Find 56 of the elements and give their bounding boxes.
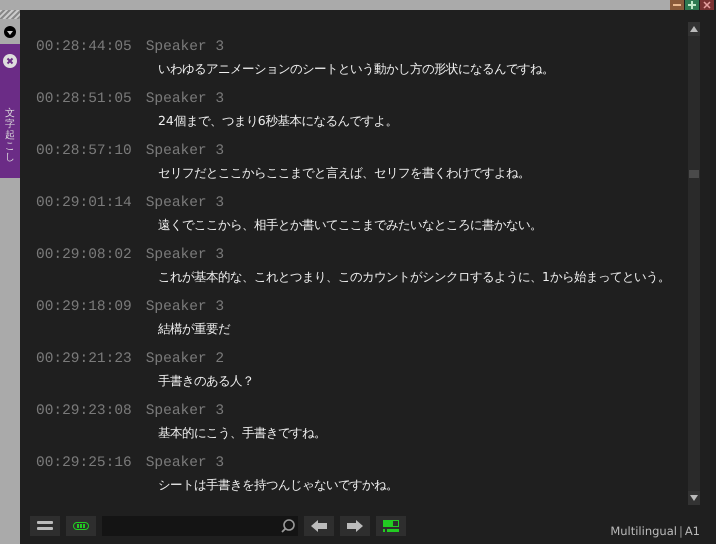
timecode: 00:28:44:05 [36,38,132,56]
transcript-text: 遠くでここから、相手とか書いてここまでみたいなところに書かない。 [158,216,543,234]
speaker-label: Speaker 3 [146,298,224,316]
speaker-label: Speaker 3 [146,454,224,472]
search-field[interactable] [102,516,298,536]
grip-handle[interactable] [0,10,20,19]
maximize-button[interactable] [685,0,699,10]
scroll-thumb[interactable] [689,170,699,178]
timecode: 00:29:18:09 [36,298,132,316]
scroll-down-icon[interactable] [688,491,700,505]
speaker-label: Speaker 3 [146,194,224,212]
arrow-right-icon [347,520,363,532]
transcript-text: 基本的にこう、手書きですね。 [158,424,327,442]
timecode: 00:29:08:02 [36,246,132,264]
timecode: 00:29:01:14 [36,194,132,212]
timecode: 00:28:51:05 [36,90,132,108]
speaker-label: Speaker 3 [146,402,224,420]
separator: | [678,524,683,538]
minimize-icon [673,1,681,9]
timecode: 00:29:23:08 [36,402,132,420]
speaker-label: Speaker 3 [146,90,224,108]
close-button[interactable] [700,0,714,10]
speaker-label: Speaker 2 [146,350,224,368]
transcript-text: シートは手書きを持つんじゃないですかね。 [158,476,399,494]
track-label: A1 [684,524,700,538]
transcript-text: これが基本的な、これとつまり、このカウントがシンクロするように、1から始まってという。 [158,268,671,286]
menu-button[interactable] [30,516,60,536]
scrollbar[interactable] [688,22,700,505]
transcript-text: 結構が重要だ [158,320,232,338]
dropdown-icon[interactable] [4,26,16,38]
transcript-text: いわゆるアニメーションのシートという動かし方の形状になるんですね。 [158,60,555,78]
forward-button[interactable] [340,516,370,536]
timecode: 00:28:57:10 [36,142,132,160]
speaker-label: Speaker 3 [146,142,224,160]
timecode: 00:29:25:16 [36,454,132,472]
side-tab[interactable]: 文字起こし [0,44,20,178]
timecode: 00:29:21:23 [36,350,132,368]
speaker-label: Speaker 3 [146,38,224,56]
transcript-text: セリフだとここからここまでと言えば、セリフを書くわけですよね。 [158,164,531,182]
minimize-button[interactable] [670,0,684,10]
plus-icon [688,1,696,9]
layout-button[interactable] [376,516,406,536]
search-icon[interactable] [281,519,295,533]
language-label: Multilingual [610,524,677,538]
back-button[interactable] [304,516,334,536]
link-button[interactable] [66,516,96,536]
arrow-left-icon [311,520,327,532]
transcript-text: 手書きのある人？ [158,372,255,390]
close-icon[interactable] [3,54,17,68]
layout-icon [383,520,399,532]
scroll-up-icon[interactable] [688,22,700,36]
transcript-text: 24個まで、つまり6秒基本になるんですよ。 [158,112,399,130]
menu-icon [37,521,53,531]
speaker-label: Speaker 3 [146,246,224,264]
side-tab-label: 文字起こし [5,108,15,163]
close-icon [703,1,711,9]
